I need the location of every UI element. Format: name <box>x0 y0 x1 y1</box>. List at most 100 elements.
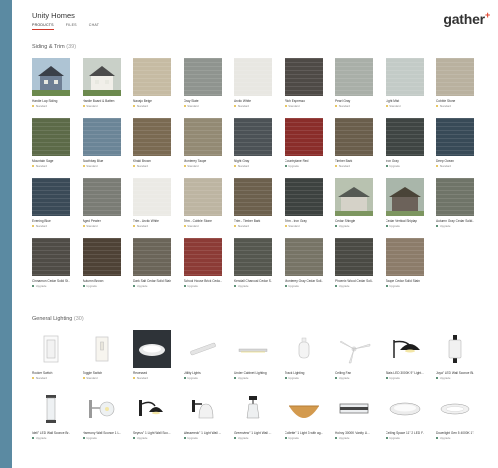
swatch-thumbnail[interactable] <box>385 238 424 276</box>
product-thumbnail[interactable] <box>234 330 272 368</box>
swatch-thumbnail[interactable] <box>183 178 222 216</box>
product-card[interactable]: Taupe Cedar Solid Stain Upgrade <box>385 238 425 298</box>
product-thumbnail[interactable] <box>385 330 424 368</box>
product-thumbnail[interactable] <box>183 390 222 428</box>
product-thumbnail[interactable] <box>335 178 373 216</box>
product-thumbnail[interactable] <box>133 330 171 368</box>
product-card[interactable]: Kendall Charcoal Cedar S... Upgrade <box>234 238 273 298</box>
product-card[interactable]: Mountain Sage Standard <box>32 118 71 178</box>
product-thumbnail[interactable] <box>82 58 121 96</box>
product-card[interactable]: Track Lighting Upgrade <box>284 330 324 390</box>
swatch-thumbnail[interactable] <box>183 58 222 96</box>
product-card[interactable]: Wassereck" 1 Light Wall ... Upgrade <box>183 390 223 450</box>
product-card[interactable]: Seyrus" 1 Light Wall Sco... Upgrade <box>133 390 172 450</box>
product-card[interactable]: Cobble Stone Standard <box>436 58 475 118</box>
product-card[interactable]: Timber Bark Standard <box>335 118 374 178</box>
product-card[interactable]: Harmony Wall Sconce 1 L... Upgrade <box>82 390 122 450</box>
product-card[interactable]: Phoenix Wood Cedar Soli... Upgrade <box>335 238 374 298</box>
product-card[interactable]: Joya" LED Wall Sconce Bi... Upgrade <box>436 330 475 390</box>
product-card[interactable]: Hardie Lap Siding Standard <box>32 58 71 118</box>
product-card[interactable]: Trim - Iron Gray Standard <box>284 178 324 238</box>
product-card[interactable]: Night Gray Standard <box>234 118 273 178</box>
product-card[interactable]: Hardie Board & Batten Standard <box>82 58 122 118</box>
swatch-thumbnail[interactable] <box>436 118 474 156</box>
product-card[interactable]: Pearl Gray Standard <box>335 58 374 118</box>
swatch-thumbnail[interactable] <box>385 118 424 156</box>
swatch-thumbnail[interactable] <box>82 118 121 156</box>
tab-chat[interactable]: CHAT <box>89 23 99 30</box>
product-thumbnail[interactable] <box>32 390 70 428</box>
product-card[interactable]: Boothbay Blue Standard <box>82 118 122 178</box>
product-card[interactable]: Trim - Arctic White Standard <box>133 178 172 238</box>
product-thumbnail[interactable] <box>82 330 121 368</box>
product-thumbnail[interactable] <box>335 390 373 428</box>
product-card[interactable]: Trim - Timber Bark Standard <box>234 178 273 238</box>
swatch-thumbnail[interactable] <box>234 118 272 156</box>
product-card[interactable]: Evening Blue Standard <box>32 178 71 238</box>
swatch-thumbnail[interactable] <box>32 178 70 216</box>
product-card[interactable]: Iron Gray Upgrade <box>385 118 425 178</box>
swatch-thumbnail[interactable] <box>32 238 70 276</box>
product-card[interactable]: Downlight Gen 5 4000K 1"... Upgrade <box>436 390 475 450</box>
product-card[interactable]: Under Cabinet Lighting Upgrade <box>234 330 273 390</box>
product-card[interactable]: Trim - Cobble Stone Standard <box>183 178 223 238</box>
product-thumbnail[interactable] <box>436 390 474 428</box>
swatch-thumbnail[interactable] <box>385 58 424 96</box>
product-card[interactable]: Deep Ocean Standard <box>436 118 475 178</box>
product-thumbnail[interactable] <box>284 330 323 368</box>
swatch-thumbnail[interactable] <box>284 58 323 96</box>
product-card[interactable]: Arctic White Standard <box>234 58 273 118</box>
tab-products[interactable]: PRODUCTS <box>32 23 54 30</box>
product-card[interactable]: Countrylane Red Upgrade <box>284 118 324 178</box>
product-card[interactable]: Cedar Shingle Upgrade <box>335 178 374 238</box>
product-card[interactable]: Dark Salt Cedar Solid Stain Upgrade <box>133 238 172 298</box>
swatch-thumbnail[interactable] <box>335 238 373 276</box>
swatch-thumbnail[interactable] <box>133 178 171 216</box>
product-thumbnail[interactable] <box>183 330 222 368</box>
product-card[interactable]: School House Brick Ceda... Upgrade <box>183 238 223 298</box>
product-card[interactable]: Rich Espresso Standard <box>284 58 324 118</box>
product-thumbnail[interactable] <box>133 390 171 428</box>
product-card[interactable]: Collette" 1 Light 3 with ag... Upgrade <box>284 390 324 450</box>
swatch-thumbnail[interactable] <box>436 178 474 216</box>
product-card[interactable]: Monterey Taupe Standard <box>183 118 223 178</box>
product-card[interactable]: Toggle Switch Standard <box>82 330 122 390</box>
product-thumbnail[interactable] <box>284 390 323 428</box>
product-card[interactable]: Ceiling Space 11" 2 LED F... Upgrade <box>385 390 425 450</box>
swatch-thumbnail[interactable] <box>133 58 171 96</box>
swatch-thumbnail[interactable] <box>436 58 474 96</box>
product-card[interactable]: Autumn Gray Cedar Solid... Upgrade <box>436 178 475 238</box>
product-card[interactable]: Greenview" 1 Light Wall ... Upgrade <box>234 390 273 450</box>
swatch-thumbnail[interactable] <box>234 58 272 96</box>
product-thumbnail[interactable] <box>436 330 474 368</box>
swatch-thumbnail[interactable] <box>284 238 323 276</box>
product-thumbnail[interactable] <box>234 390 272 428</box>
product-card[interactable]: Blais LED 3000K 9" Light... Upgrade <box>385 330 425 390</box>
product-card[interactable]: Utility Lights Upgrade <box>183 330 223 390</box>
product-card[interactable]: Rocker Switch Standard <box>32 330 71 390</box>
product-thumbnail[interactable] <box>82 390 121 428</box>
product-card[interactable]: Light Mist Standard <box>385 58 425 118</box>
swatch-thumbnail[interactable] <box>284 118 323 156</box>
swatch-thumbnail[interactable] <box>183 238 222 276</box>
swatch-thumbnail[interactable] <box>133 238 171 276</box>
product-thumbnail[interactable] <box>32 58 70 96</box>
gather-logo[interactable]: gather+ <box>443 10 490 27</box>
product-thumbnail[interactable] <box>385 390 424 428</box>
product-thumbnail[interactable] <box>32 330 70 368</box>
product-card[interactable]: Ceiling Fan Upgrade <box>335 330 374 390</box>
swatch-thumbnail[interactable] <box>183 118 222 156</box>
product-card[interactable]: Monterey Gray Cedar Soli... Upgrade <box>284 238 324 298</box>
product-card[interactable]: Holroy 3000K Vanity Ll... Upgrade <box>335 390 374 450</box>
product-card[interactable]: Cedar Vertical Shiplap Upgrade <box>385 178 425 238</box>
product-card[interactable]: Khaki Brown Standard <box>133 118 172 178</box>
product-card[interactable]: Gray Slate Standard <box>183 58 223 118</box>
swatch-thumbnail[interactable] <box>335 118 373 156</box>
product-card[interactable]: Aged Pewter Standard <box>82 178 122 238</box>
tab-files[interactable]: FILES <box>66 23 77 30</box>
swatch-thumbnail[interactable] <box>133 118 171 156</box>
product-card[interactable]: Recessed Standard <box>133 330 172 390</box>
swatch-thumbnail[interactable] <box>234 238 272 276</box>
swatch-thumbnail[interactable] <box>234 178 272 216</box>
swatch-thumbnail[interactable] <box>284 178 323 216</box>
